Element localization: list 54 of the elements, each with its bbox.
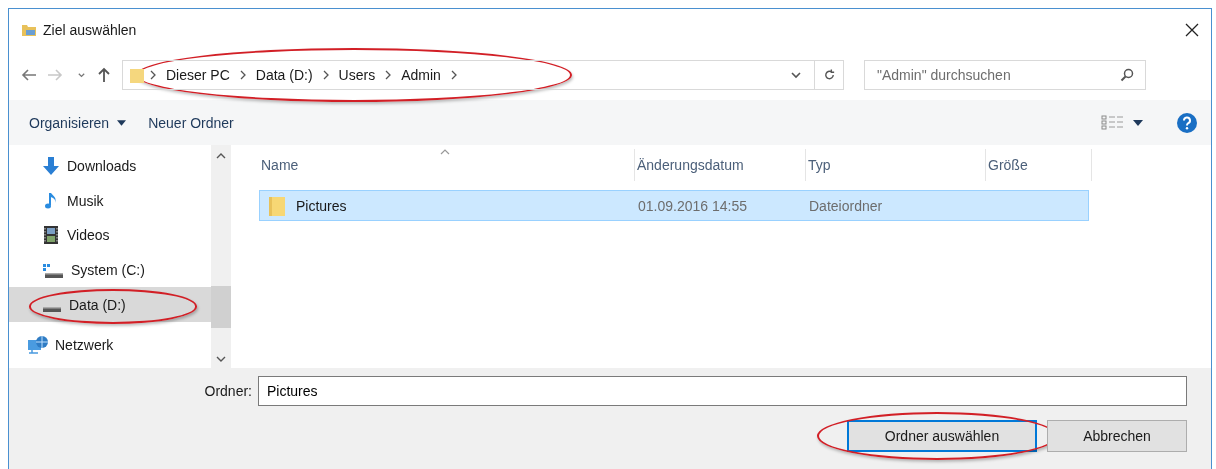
refresh-icon (822, 68, 836, 82)
search-icon (1120, 68, 1134, 82)
chevron-icon (385, 70, 392, 80)
sidebar-item[interactable]: Musik (9, 183, 211, 219)
chevron-icon (322, 70, 329, 80)
breadcrumb-item[interactable]: Dieser PC (166, 67, 230, 83)
caret-icon (117, 119, 127, 126)
sidebar-item[interactable]: Videos (9, 218, 211, 253)
column-header[interactable]: Änderungsdatum (635, 149, 806, 181)
file-row[interactable]: Pictures 01.09.2016 14:55 Dateiordner (259, 190, 1089, 221)
scrollbar-thumb[interactable] (211, 286, 231, 328)
sidebar-item[interactable]: Downloads (9, 149, 211, 184)
organize-menu-button[interactable]: Organisieren (25, 110, 131, 135)
new-folder-button[interactable]: Neuer Ordner (144, 110, 238, 135)
sort-caret-icon (440, 149, 450, 155)
sidebar-item[interactable]: Netzwerk (9, 327, 211, 363)
scrollbar[interactable] (211, 145, 231, 368)
window-title: Ziel auswählen (43, 21, 137, 38)
chevron-icon (450, 70, 457, 80)
column-header[interactable]: Größe (986, 149, 1092, 181)
breadcrumb-item[interactable]: Data (D:) (255, 67, 313, 83)
caret-icon[interactable] (1133, 119, 1143, 126)
search-field[interactable]: "Admin" durchsuchen (864, 60, 1146, 90)
breadcrumb-item[interactable]: Admin (401, 67, 441, 83)
chevron-icon (150, 70, 156, 80)
close-icon[interactable] (1185, 22, 1199, 37)
sidebar-item[interactable]: System (C:) (9, 252, 211, 288)
back-arrow-icon[interactable] (21, 67, 37, 83)
chevron-icon (239, 70, 246, 80)
file-name: Pictures (296, 197, 347, 214)
dialog-button[interactable]: Ordner auswählen (847, 420, 1037, 452)
scroll-down-icon[interactable] (216, 356, 226, 362)
download-arrow-icon (41, 156, 61, 177)
help-icon[interactable] (1177, 112, 1197, 133)
folder-name-field[interactable]: Pictures (258, 376, 1187, 406)
network-icon (27, 335, 49, 356)
breadcrumb-item[interactable]: Users (338, 67, 376, 83)
folder-icon (130, 66, 144, 84)
table-cell-text: 01.09.2016 14:55 (637, 197, 748, 214)
table-cell-text: Dateiordner (808, 197, 884, 214)
system-drive-icon (43, 264, 63, 279)
folder-icon (268, 194, 286, 217)
address-bar[interactable]: Dieser PC Data (D:) Users Admin (122, 60, 844, 90)
column-header[interactable]: Typ (806, 149, 986, 181)
chevron-down-icon[interactable] (790, 70, 802, 80)
dialog-button[interactable]: Abbrechen (1047, 420, 1187, 452)
drive-icon (43, 306, 61, 312)
scroll-up-icon[interactable] (216, 153, 226, 159)
up-arrow-icon[interactable] (96, 67, 112, 83)
chevron-down-icon[interactable] (77, 70, 86, 80)
sidebar-item[interactable]: Data (D:) (9, 287, 211, 322)
film-icon (41, 225, 61, 246)
field-label: Ordner: (204, 383, 252, 399)
column-header[interactable]: Name (259, 149, 635, 181)
